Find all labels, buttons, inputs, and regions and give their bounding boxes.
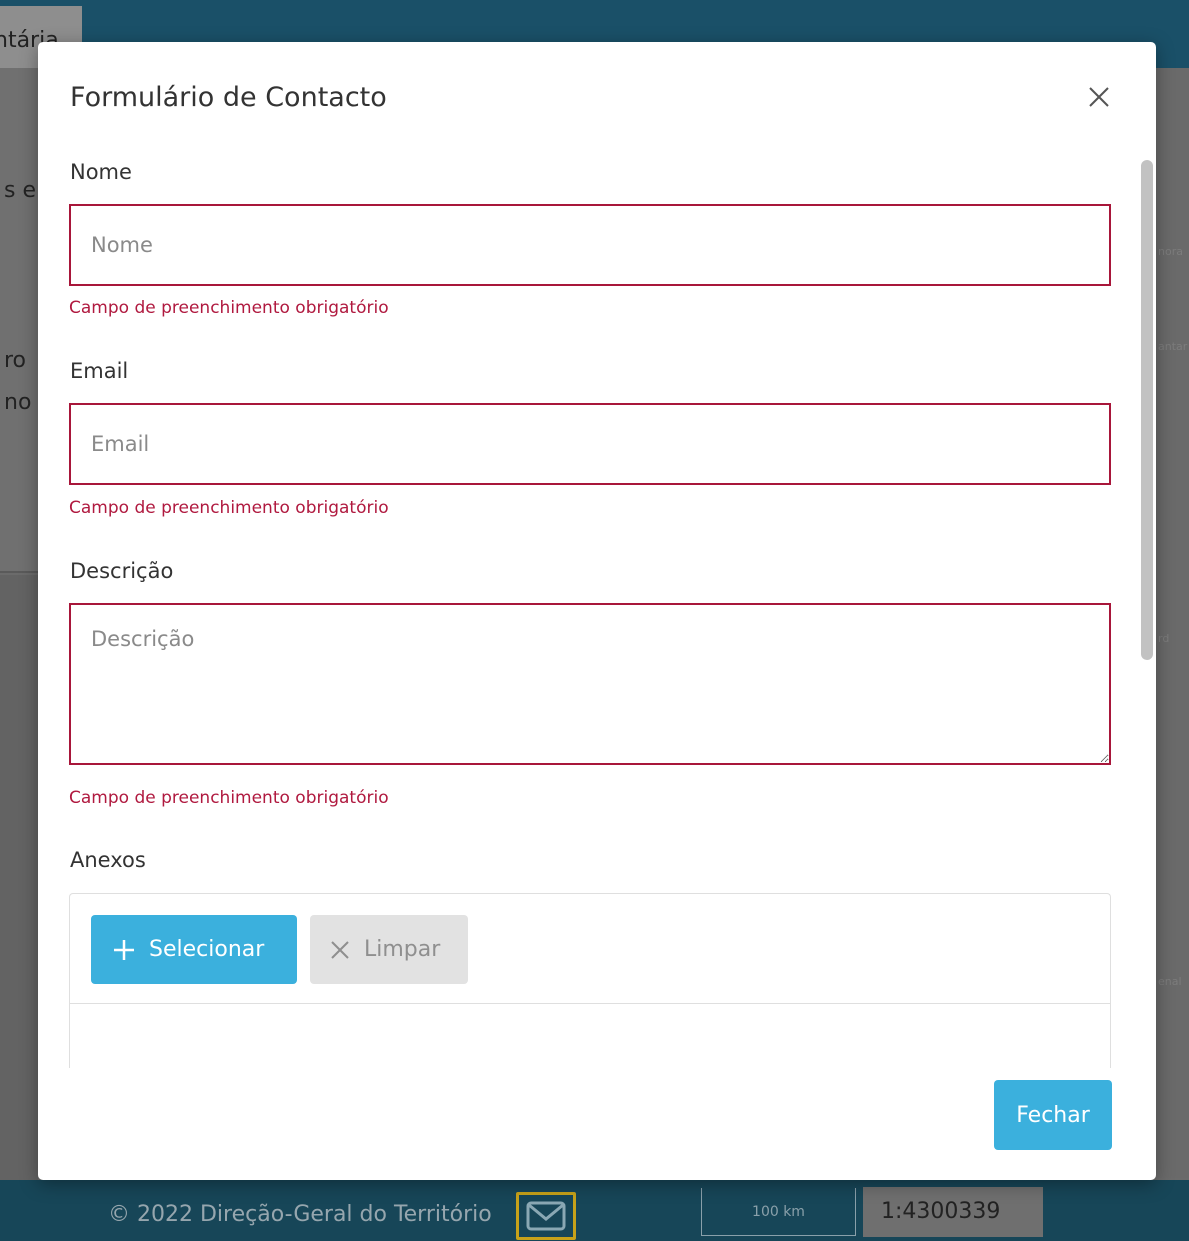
modal-close-button[interactable]: [1084, 82, 1114, 112]
side-panel-text: no: [4, 390, 32, 415]
email-label: Email: [70, 359, 129, 383]
map-label: antar: [1158, 340, 1188, 353]
contact-form-modal: Formulário de Contacto Nome Campo de pre…: [38, 42, 1156, 1180]
plus-icon: [114, 939, 134, 960]
select-files-button[interactable]: Selecionar: [91, 915, 297, 984]
side-panel-lower: [0, 575, 38, 1185]
description-label: Descrição: [70, 559, 174, 583]
map-scale-ratio[interactable]: 1:4300339: [863, 1187, 1043, 1237]
scale-bar-label: 100 km: [752, 1203, 805, 1220]
description-textarea[interactable]: [69, 603, 1111, 765]
map-label: enal: [1158, 975, 1182, 988]
select-files-label: Selecionar: [149, 937, 265, 962]
mail-icon: [526, 1201, 566, 1231]
clear-files-label: Limpar: [364, 937, 441, 962]
email-input[interactable]: [69, 403, 1111, 485]
contact-mail-button[interactable]: [516, 1192, 576, 1240]
modal-scrollbar[interactable]: [1141, 160, 1153, 660]
map-label: rd: [1158, 632, 1170, 645]
attachments-label: Anexos: [70, 848, 146, 872]
map-area[interactable]: [1156, 68, 1189, 1178]
modal-title: Formulário de Contacto: [70, 82, 387, 113]
description-error: Campo de preenchimento obrigatório: [69, 788, 389, 808]
clear-files-button[interactable]: Limpar: [310, 915, 468, 984]
footer-copyright: © 2022 Direção-Geral do Território: [108, 1202, 492, 1227]
name-error: Campo de preenchimento obrigatório: [69, 298, 389, 318]
close-icon: [1089, 87, 1109, 107]
map-label: nora: [1158, 245, 1183, 258]
close-button[interactable]: Fechar: [994, 1080, 1112, 1150]
side-panel-text: ro: [4, 348, 27, 373]
file-upload: Selecionar Limpar: [69, 893, 1111, 1068]
map-scale-bar: 100 km: [701, 1188, 856, 1236]
x-icon: [331, 940, 349, 959]
side-panel: s e ro no: [0, 68, 38, 573]
side-panel-text: s e: [4, 178, 36, 203]
email-error: Campo de preenchimento obrigatório: [69, 498, 389, 518]
name-label: Nome: [70, 160, 132, 184]
file-upload-toolbar: Selecionar Limpar: [70, 894, 1110, 1004]
name-input[interactable]: [69, 204, 1111, 286]
